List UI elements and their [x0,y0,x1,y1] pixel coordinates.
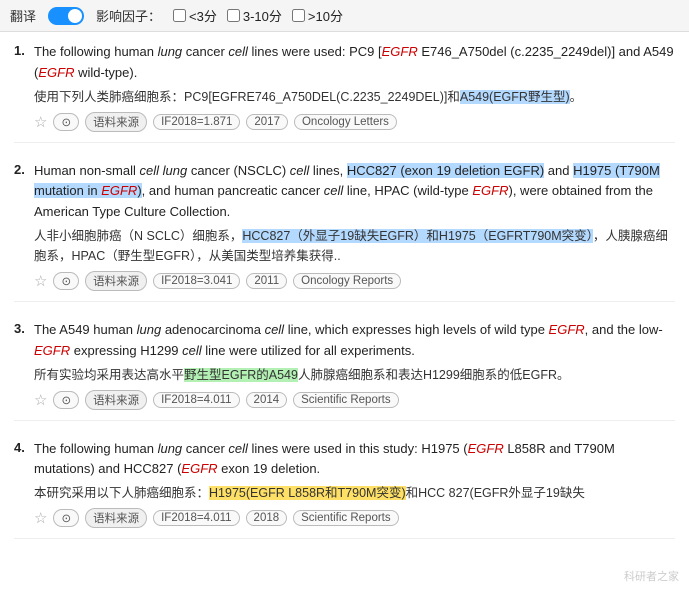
star-button[interactable]: ☆ [34,391,47,409]
if-tag[interactable]: IF2018=4.011 [153,510,239,526]
result-header: 3. The A549 human lung adenocarcinoma cel… [14,320,675,410]
journal-tag[interactable]: Oncology Letters [294,114,397,130]
meta-row: ☆ ⊙ 语料来源 IF2018=4.011 2014 Scientific Reports [34,390,675,410]
result-text-block: Human non-small cell lung cancer (NSCLC)… [34,161,675,291]
filter-gt10-label: >10分 [308,6,343,25]
filter-group: <3分 3-10分 >10分 [173,6,343,25]
circle-button[interactable]: ⊙ [53,391,79,409]
circle-button[interactable]: ⊙ [53,509,79,527]
result-en-text: The following human lung cancer cell lin… [34,42,675,84]
translate-label: 翻译 [10,6,36,25]
circle-button[interactable]: ⊙ [53,113,79,131]
year-tag[interactable]: 2018 [246,510,288,526]
filter-label: 影响因子： [96,6,161,25]
if-tag[interactable]: IF2018=3.041 [153,273,240,289]
filter-3to10-checkbox[interactable] [227,9,240,22]
result-en-text: The A549 human lung adenocarcinoma cell … [34,320,675,362]
filter-lt3-checkbox[interactable] [173,9,186,22]
meta-row: ☆ ⊙ 语料来源 IF2018=1.871 2017 Oncology Letters [34,112,675,132]
result-item: 4. The following human lung cancer cell l… [14,439,675,540]
meta-row: ☆ ⊙ 语料来源 IF2018=4.011 2018 Scientific Reports [34,508,675,528]
result-number: 4. [14,440,30,455]
star-button[interactable]: ☆ [34,509,47,527]
watermark: 科研者之家 [624,568,679,584]
if-tag[interactable]: IF2018=4.011 [153,392,239,408]
star-button[interactable]: ☆ [34,113,47,131]
result-number: 3. [14,321,30,336]
filter-3to10-label: 3-10分 [243,6,282,25]
year-tag[interactable]: 2017 [246,114,288,130]
result-number: 1. [14,43,30,58]
filter-gt10[interactable]: >10分 [292,6,343,25]
results-content: 1. The following human lung cancer cell l… [0,32,689,567]
top-bar: 翻译 影响因子： <3分 3-10分 >10分 [0,0,689,32]
source-tag[interactable]: 语料来源 [85,390,147,410]
result-text-block: The following human lung cancer cell lin… [34,42,675,132]
result-item: 2. Human non-small cell lung cancer (NSCL… [14,161,675,302]
result-en-text: The following human lung cancer cell lin… [34,439,675,481]
if-tag[interactable]: IF2018=1.871 [153,114,240,130]
result-header: 4. The following human lung cancer cell l… [14,439,675,529]
translate-toggle[interactable] [48,7,84,25]
result-item: 3. The A549 human lung adenocarcinoma cel… [14,320,675,421]
filter-lt3-label: <3分 [189,6,217,25]
result-text-block: The following human lung cancer cell lin… [34,439,675,529]
filter-gt10-checkbox[interactable] [292,9,305,22]
result-cn-text: 本研究采用以下人肺癌细胞系：H1975(EGFR L858R和T790M突变)和… [34,483,675,503]
filter-lt3[interactable]: <3分 [173,6,217,25]
journal-tag[interactable]: Scientific Reports [293,392,398,408]
journal-tag[interactable]: Scientific Reports [293,510,398,526]
result-cn-text: 使用下列人类肺癌细胞系：PC9[EGFRE746_A750DEL(C.2235_… [34,87,675,107]
year-tag[interactable]: 2014 [246,392,288,408]
meta-row: ☆ ⊙ 语料来源 IF2018=3.041 2011 Oncology Reports [34,271,675,291]
source-tag[interactable]: 语料来源 [85,508,147,528]
result-en-text: Human non-small cell lung cancer (NSCLC)… [34,161,675,223]
result-cn-text: 人非小细胞肺癌（N SCLC）细胞系，HCC827（外显子19缺失EGFR）和H… [34,226,675,266]
star-button[interactable]: ☆ [34,272,47,290]
year-tag[interactable]: 2011 [246,273,287,289]
circle-button[interactable]: ⊙ [53,272,79,290]
source-tag[interactable]: 语料来源 [85,271,147,291]
filter-3to10[interactable]: 3-10分 [227,6,282,25]
result-header: 2. Human non-small cell lung cancer (NSCL… [14,161,675,291]
result-item: 1. The following human lung cancer cell l… [14,42,675,143]
result-text-block: The A549 human lung adenocarcinoma cell … [34,320,675,410]
toggle-knob [68,9,82,23]
result-header: 1. The following human lung cancer cell l… [14,42,675,132]
result-cn-text: 所有实验均采用表达高水平野生型EGFR的A549人肺腺癌细胞系和表达H1299细… [34,365,675,385]
result-number: 2. [14,162,30,177]
journal-tag[interactable]: Oncology Reports [293,273,401,289]
source-tag[interactable]: 语料来源 [85,112,147,132]
